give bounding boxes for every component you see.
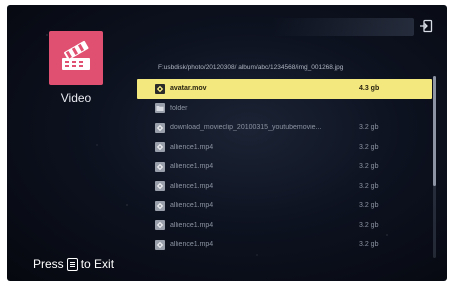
- film-reel-icon: [62, 40, 90, 70]
- file-row[interactable]: folder: [137, 99, 432, 119]
- category-label: Video: [60, 91, 92, 105]
- video-file-icon: [155, 122, 165, 133]
- file-size: 4.3 gb: [359, 85, 380, 93]
- menu-key-icon: [66, 257, 78, 271]
- current-path: F:usbdisk/photo/20120308/ album/abc/1234…: [158, 64, 344, 71]
- file-name: download_movieclip_20100315_youtubemovie…: [170, 124, 322, 132]
- file-name: allience1.mp4: [170, 241, 214, 249]
- file-name: folder: [170, 104, 188, 112]
- file-list: avatar.mov 4.3 gb folder download_movieclip…: [137, 79, 432, 255]
- file-size: 3.2 gb: [359, 143, 379, 151]
- file-row[interactable]: allience1.mp4 3.2 gb: [137, 196, 432, 216]
- video-file-icon: [155, 83, 165, 94]
- file-name: allience1.mp4: [170, 182, 214, 190]
- scrollbar-track[interactable]: [433, 76, 436, 258]
- file-row[interactable]: download_movieclip_20100315_youtubemovie…: [137, 118, 432, 138]
- video-file-icon: [155, 200, 165, 211]
- file-name: allience1.mp4: [170, 202, 214, 210]
- file-row[interactable]: allience1.mp4 3.2 gb: [137, 235, 432, 255]
- exit-hint: Press to Exit: [33, 257, 114, 271]
- folder-icon: [155, 103, 165, 114]
- file-size: 3.2 gb: [359, 124, 379, 132]
- top-status-bar: [272, 18, 414, 36]
- video-file-icon: [155, 220, 165, 231]
- video-file-icon: [155, 142, 165, 153]
- file-row[interactable]: allience1.mp4 3.2 gb: [137, 138, 432, 158]
- scrollbar-thumb[interactable]: [433, 76, 436, 186]
- file-size: 3.2 gb: [359, 182, 379, 190]
- exit-icon[interactable]: [418, 18, 434, 34]
- file-row[interactable]: allience1.mp4 3.2 gb: [137, 216, 432, 236]
- file-row[interactable]: avatar.mov 4.3 gb: [137, 79, 432, 99]
- file-row[interactable]: allience1.mp4 3.2 gb: [137, 157, 432, 177]
- file-size: 3.2 gb: [359, 241, 379, 249]
- file-size: 3.2 gb: [359, 221, 379, 229]
- file-row[interactable]: allience1.mp4 3.2 gb: [137, 177, 432, 197]
- video-category-logo: [49, 31, 103, 85]
- file-size: 3.2 gb: [359, 202, 379, 210]
- file-name: allience1.mp4: [170, 143, 214, 151]
- file-name: allience1.mp4: [170, 221, 214, 229]
- hint-press-text: Press: [33, 257, 64, 271]
- video-file-icon: [155, 239, 165, 250]
- file-name: allience1.mp4: [170, 163, 214, 171]
- hint-exit-text: to Exit: [80, 257, 115, 271]
- video-file-icon: [155, 161, 165, 172]
- file-name: avatar.mov: [170, 85, 207, 93]
- video-file-icon: [155, 181, 165, 192]
- file-size: 3.2 gb: [359, 163, 379, 171]
